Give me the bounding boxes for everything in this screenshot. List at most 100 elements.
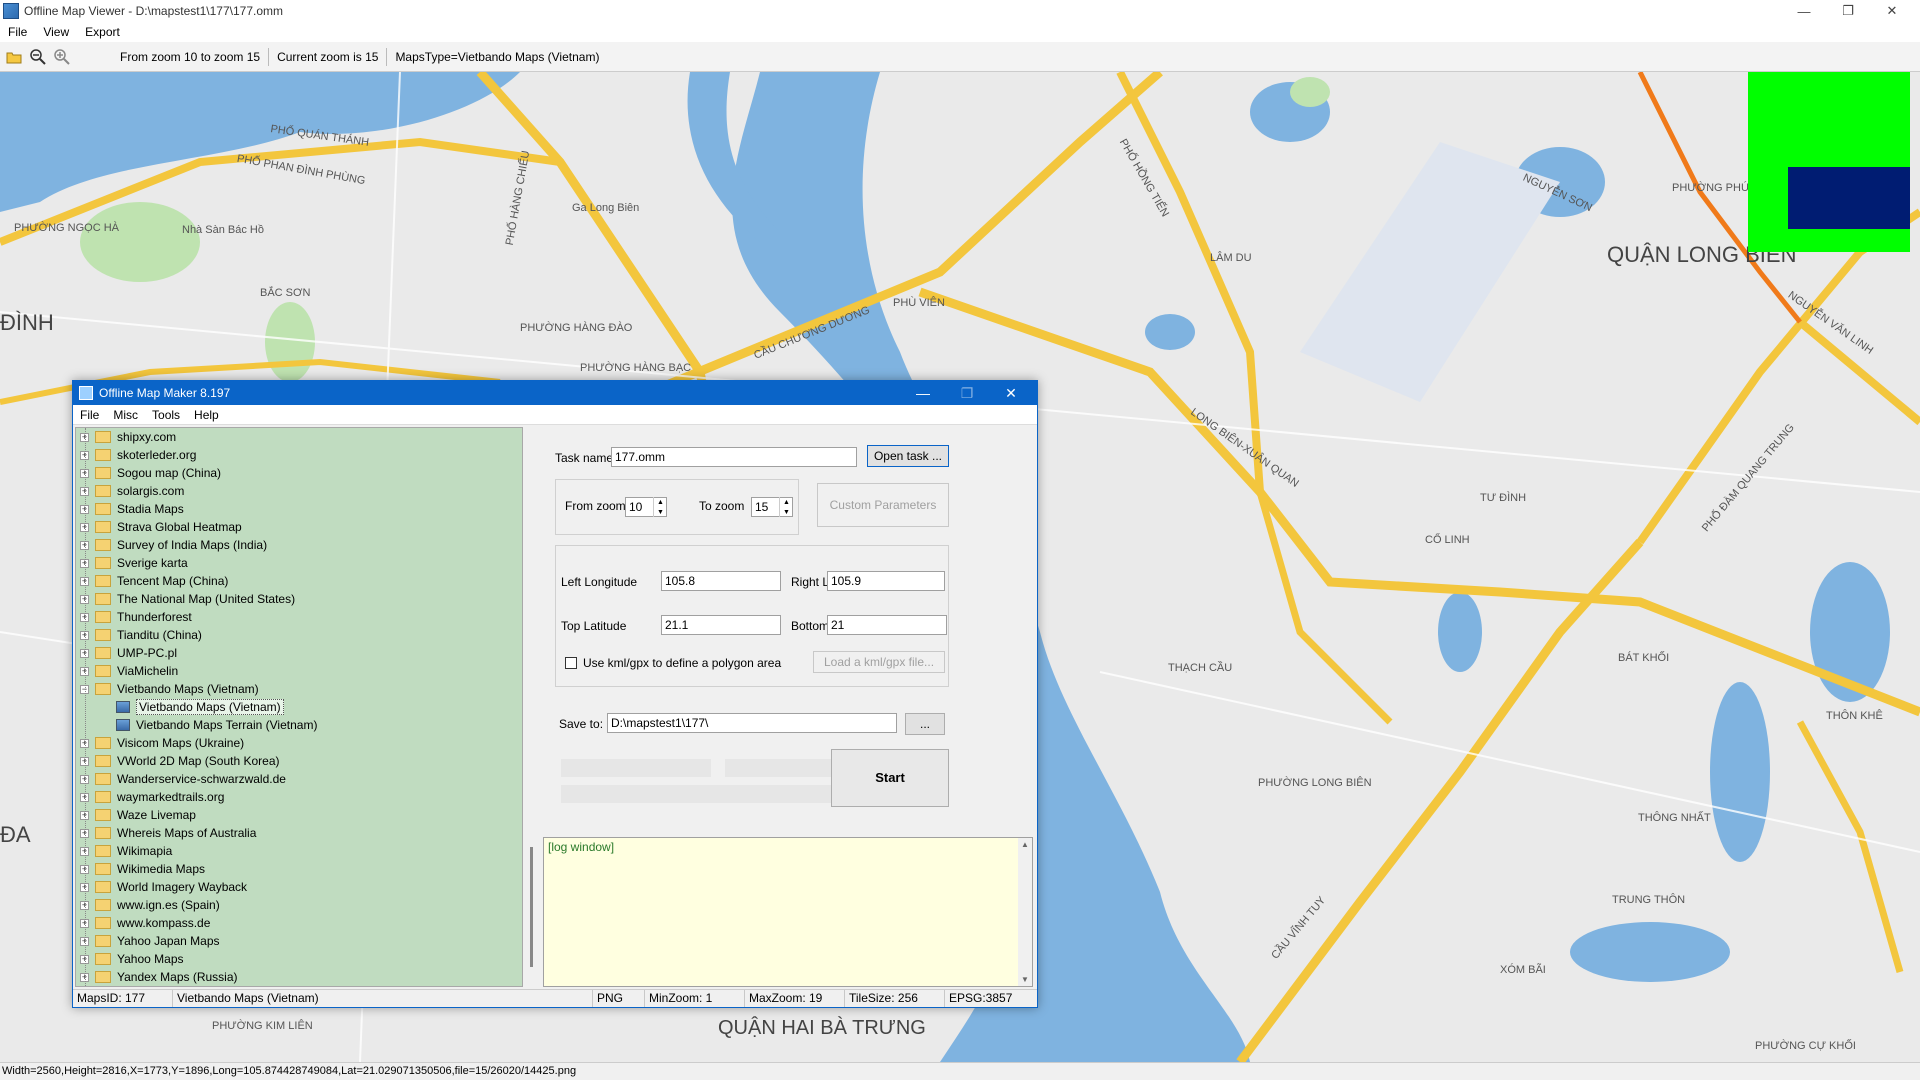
- folder-icon: [95, 791, 111, 803]
- task-name-input[interactable]: 177.omm: [611, 447, 857, 467]
- tree-item[interactable]: + Survey of India Maps (India): [76, 536, 522, 554]
- tree-item[interactable]: + Tencent Map (China): [76, 572, 522, 590]
- tree-item[interactable]: + Wikimedia Maps: [76, 860, 522, 878]
- menu-view[interactable]: View: [35, 25, 77, 39]
- tree-item[interactable]: + Tianditu (China): [76, 626, 522, 644]
- scroll-up-icon[interactable]: ▲: [1018, 840, 1032, 849]
- tree-item[interactable]: + Thunderforest: [76, 608, 522, 626]
- dialog-menu-file[interactable]: File: [73, 408, 106, 422]
- kml-checkbox[interactable]: [565, 657, 577, 669]
- tree-item-label: Wikimedia Maps: [117, 862, 206, 876]
- folder-icon: [95, 773, 111, 785]
- top-latitude-input[interactable]: 21.1: [661, 615, 781, 635]
- dialog-menu-misc[interactable]: Misc: [106, 408, 145, 422]
- tree-item[interactable]: + Yahoo Japan Maps: [76, 932, 522, 950]
- tree-item[interactable]: + waymarkedtrails.org: [76, 788, 522, 806]
- dialog-menu-help[interactable]: Help: [187, 408, 226, 422]
- menu-file[interactable]: File: [0, 25, 35, 39]
- folder-icon: [95, 899, 111, 911]
- overview-viewport[interactable]: [1788, 167, 1910, 229]
- tree-item[interactable]: + shipxy.com: [76, 428, 522, 446]
- status-maps-name: Vietbando Maps (Vietnam): [173, 990, 593, 1007]
- dialog-titlebar[interactable]: Offline Map Maker 8.197: [73, 381, 1037, 405]
- tree-item[interactable]: + Sverige karta: [76, 554, 522, 572]
- tree-item[interactable]: + Wanderservice-schwarzwald.de: [76, 770, 522, 788]
- tree-item[interactable]: + Visicom Maps (Ukraine): [76, 734, 522, 752]
- close-button[interactable]: ✕: [1872, 0, 1912, 22]
- maximize-button[interactable]: ❐: [1828, 0, 1868, 22]
- tree-item[interactable]: + VWorld 2D Map (South Korea): [76, 752, 522, 770]
- tree-item[interactable]: + UMP-PC.pl: [76, 644, 522, 662]
- tree-item[interactable]: + The National Map (United States): [76, 590, 522, 608]
- tree-item[interactable]: Vietbando Maps (Vietnam): [76, 698, 522, 716]
- open-task-button[interactable]: Open task ...: [867, 445, 949, 467]
- folder-icon: [95, 827, 111, 839]
- tree-item[interactable]: + www.ign.es (Spain): [76, 896, 522, 914]
- custom-parameters-button[interactable]: Custom Parameters: [817, 483, 949, 527]
- tree-item[interactable]: + World Imagery Wayback: [76, 878, 522, 896]
- left-longitude-input[interactable]: 105.8: [661, 571, 781, 591]
- tree-item[interactable]: + Whereis Maps of Australia: [76, 824, 522, 842]
- map-label: PHƯỜNG KIM LIÊN: [212, 1020, 313, 1032]
- map-label: Nhà Sàn Bác Hồ: [182, 224, 264, 236]
- overview-minimap[interactable]: [1748, 72, 1910, 252]
- map-source-tree[interactable]: + shipxy.com + skoterleder.org + Sogou map (C…: [75, 427, 523, 987]
- tree-item[interactable]: + Waze Livemap: [76, 806, 522, 824]
- minimize-button[interactable]: —: [1784, 0, 1824, 22]
- tree-scrollbar[interactable]: [525, 427, 539, 987]
- bottom-latitude-input[interactable]: 21: [827, 615, 947, 635]
- folder-icon: [95, 953, 111, 965]
- dialog-close-button[interactable]: ✕: [989, 381, 1033, 405]
- tree-item-label: Thunderforest: [117, 610, 192, 624]
- tree-item[interactable]: + Strava Global Heatmap: [76, 518, 522, 536]
- map-label: THÔN KHÊ: [1826, 710, 1883, 722]
- map-label: BÁT KHỐI: [1618, 652, 1670, 664]
- folder-icon: [95, 431, 111, 443]
- zoom-in-icon[interactable]: [52, 47, 72, 67]
- folder-icon: [95, 485, 111, 497]
- folder-icon: [95, 917, 111, 929]
- to-zoom-spinner[interactable]: ▲ ▼: [779, 497, 793, 517]
- tree-scroll-thumb[interactable]: [530, 847, 533, 967]
- tree-item[interactable]: + solargis.com: [76, 482, 522, 500]
- tree-item[interactable]: + skoterleder.org: [76, 446, 522, 464]
- tree-item[interactable]: + Yahoo Maps: [76, 950, 522, 968]
- save-to-input[interactable]: D:\mapstest1\177\: [607, 713, 897, 733]
- tree-item-label: Whereis Maps of Australia: [117, 826, 257, 840]
- status-max-zoom: MaxZoom: 19: [745, 990, 845, 1007]
- dialog-title: Offline Map Maker 8.197: [99, 386, 231, 400]
- folder-icon: [95, 755, 111, 767]
- tree-item[interactable]: Vietbando Maps Terrain (Vietnam): [76, 716, 522, 734]
- folder-icon: [95, 593, 111, 605]
- load-kml-button[interactable]: Load a kml/gpx file...: [813, 651, 945, 673]
- log-window[interactable]: [log window] ▲ ▼: [543, 837, 1033, 987]
- log-scrollbar[interactable]: ▲ ▼: [1018, 838, 1032, 986]
- tree-item-label: solargis.com: [117, 484, 185, 498]
- tree-item[interactable]: + www.kompass.de: [76, 914, 522, 932]
- browse-button[interactable]: ...: [905, 713, 945, 735]
- tree-item[interactable]: + Sogou map (China): [76, 464, 522, 482]
- folder-open-icon[interactable]: [4, 47, 24, 67]
- map-label: THÔNG NHẤT: [1638, 812, 1711, 824]
- tree-item[interactable]: + Stadia Maps: [76, 500, 522, 518]
- from-zoom-spinner[interactable]: ▲ ▼: [653, 497, 667, 517]
- right-longitude-input[interactable]: 105.9: [827, 571, 945, 591]
- tree-item-label: Yahoo Maps: [117, 952, 184, 966]
- folder-icon: [95, 449, 111, 461]
- tree-item-label: waymarkedtrails.org: [117, 790, 225, 804]
- tree-item[interactable]: − Vietbando Maps (Vietnam): [76, 680, 522, 698]
- tree-item-label: Tencent Map (China): [117, 574, 229, 588]
- tree-guide-line: [85, 428, 86, 986]
- dialog-minimize-button[interactable]: —: [901, 381, 945, 405]
- dialog-statusbar: MapsID: 177 Vietbando Maps (Vietnam) PNG…: [73, 989, 1037, 1007]
- zoom-out-icon[interactable]: [28, 47, 48, 67]
- dialog-menu-tools[interactable]: Tools: [145, 408, 187, 422]
- tree-item[interactable]: + Wikimapia: [76, 842, 522, 860]
- menu-export[interactable]: Export: [77, 25, 128, 39]
- start-button[interactable]: Start: [831, 749, 949, 807]
- dialog-maximize-button[interactable]: ❐: [945, 381, 989, 405]
- tree-item[interactable]: + ViaMichelin: [76, 662, 522, 680]
- tree-item[interactable]: + Yandex Maps (Russia): [76, 968, 522, 986]
- kml-checkbox-label: Use kml/gpx to define a polygon area: [583, 656, 782, 670]
- scroll-down-icon[interactable]: ▼: [1018, 975, 1032, 984]
